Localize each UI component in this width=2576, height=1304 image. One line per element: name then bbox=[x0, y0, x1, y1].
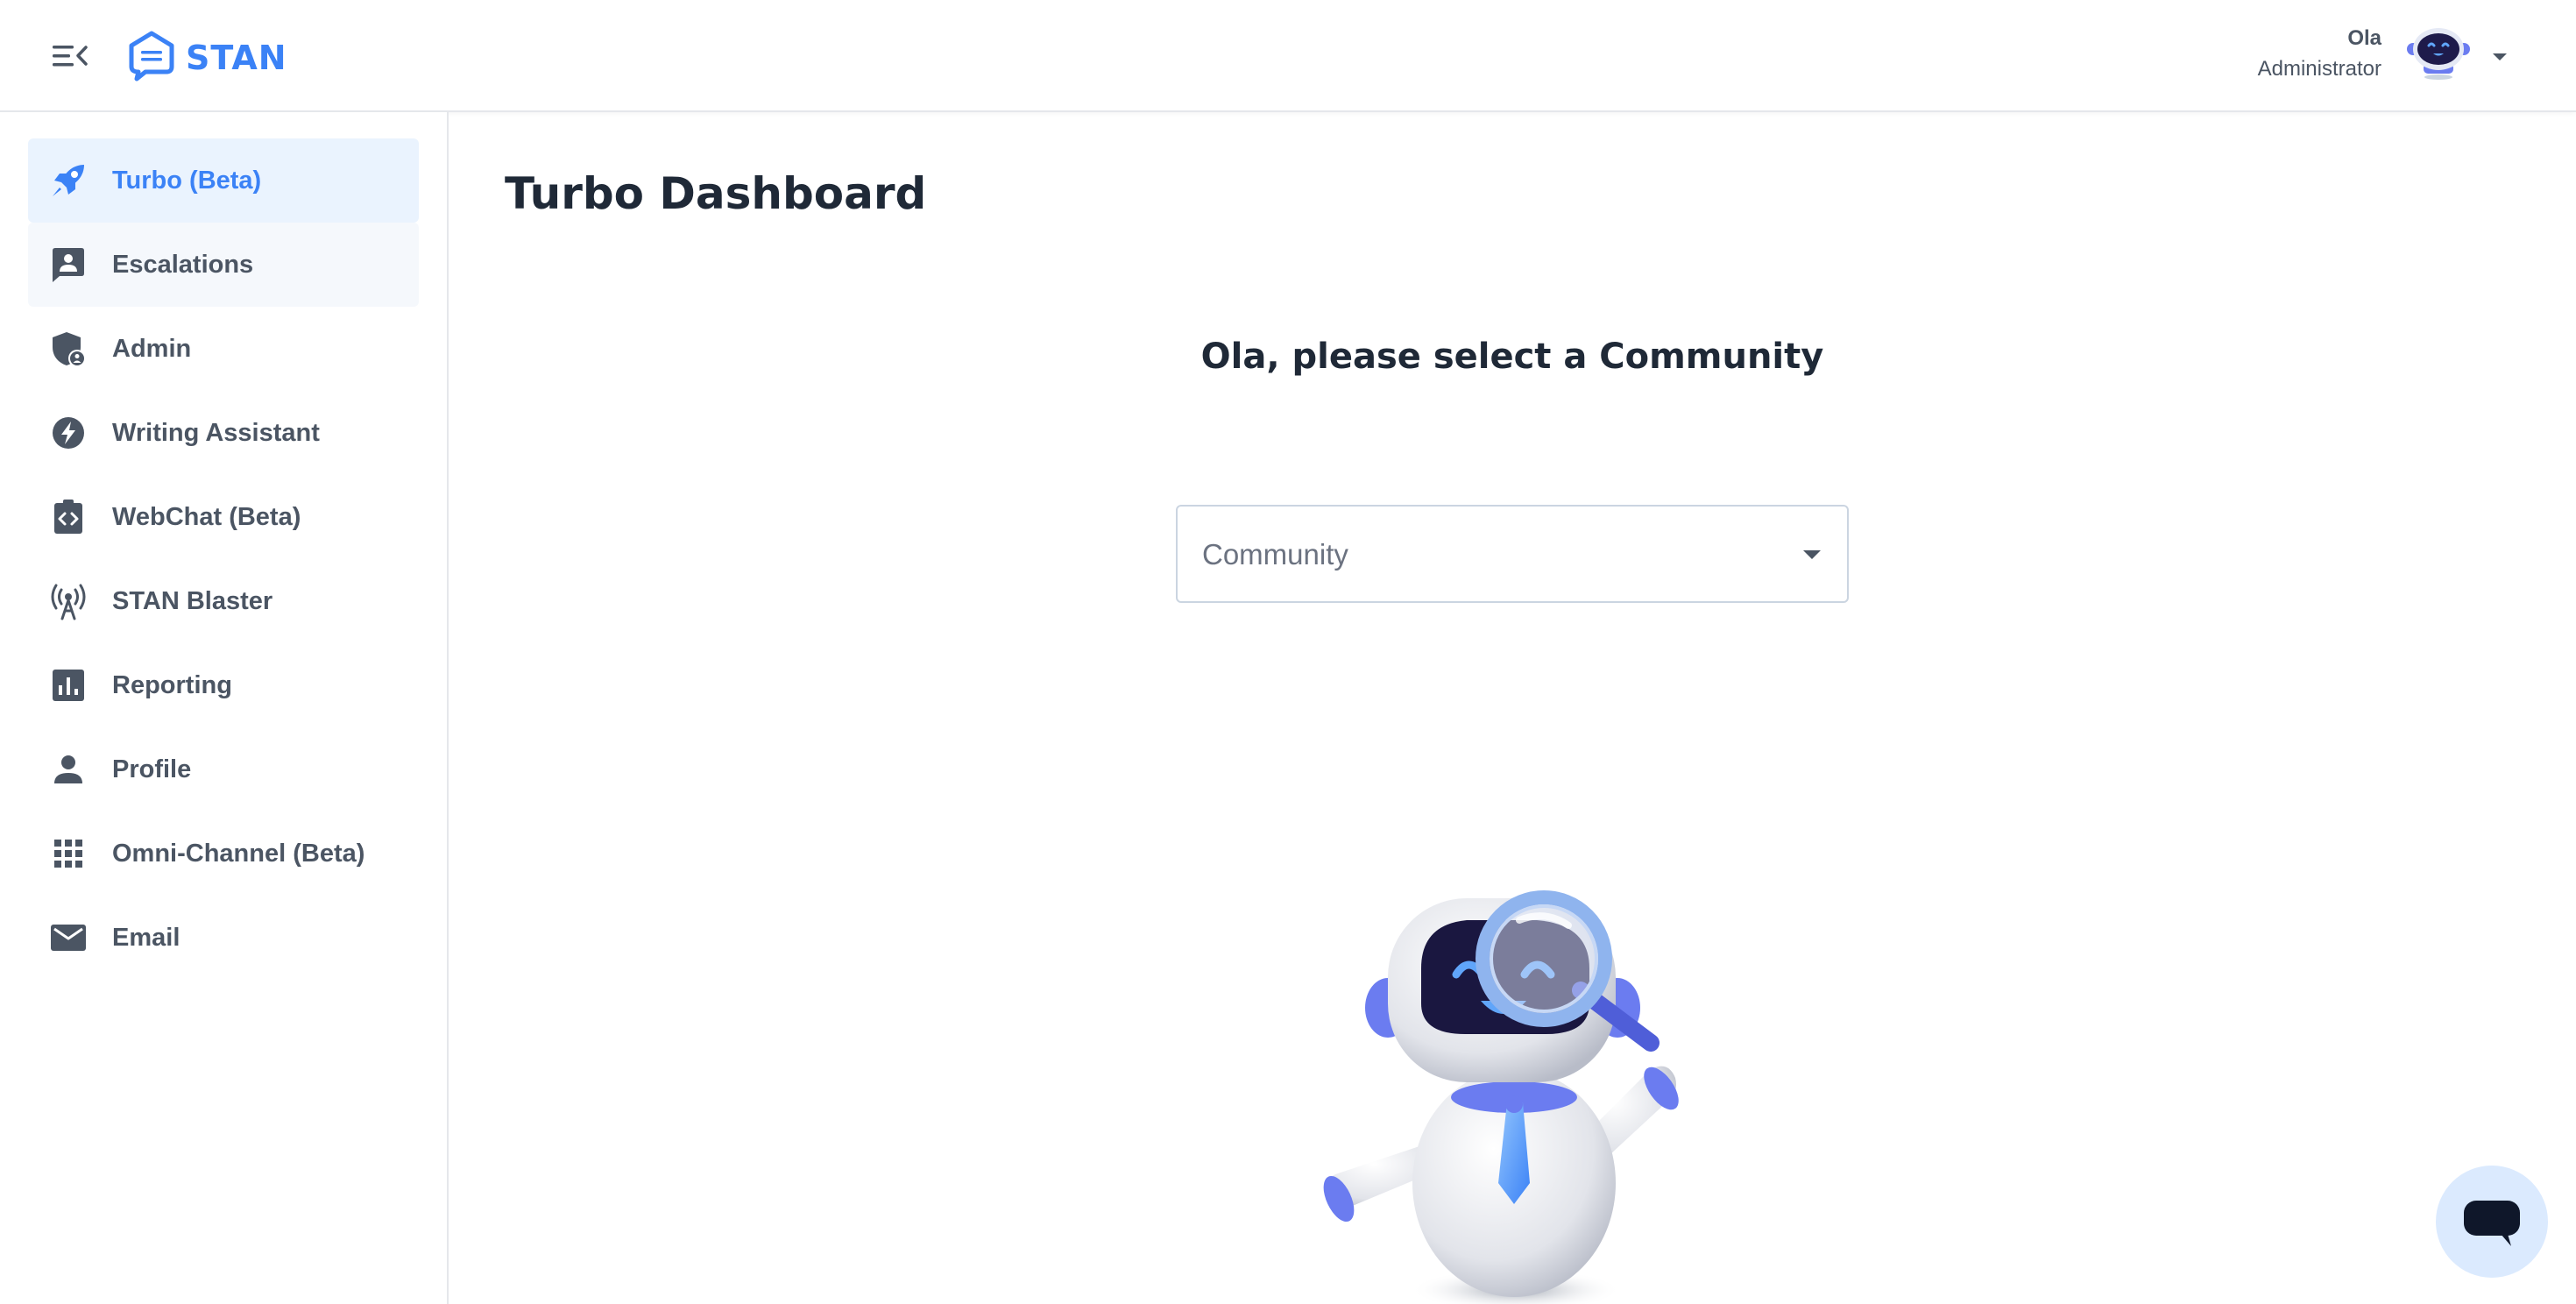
person-chat-icon bbox=[49, 245, 88, 284]
stan-logo[interactable]: STAN bbox=[126, 30, 287, 86]
logo-text: STAN bbox=[186, 39, 287, 77]
sidebar-item-label: Escalations bbox=[112, 250, 254, 279]
sidebar-item-profile[interactable]: Profile bbox=[28, 727, 419, 811]
sidebar-item-writing-assistant[interactable]: Writing Assistant bbox=[28, 391, 419, 475]
top-header: STAN Ola Administrator bbox=[0, 0, 2576, 112]
chat-launcher-button[interactable] bbox=[2436, 1166, 2548, 1278]
sidebar-item-escalations[interactable]: Escalations bbox=[28, 223, 419, 307]
sidebar-item-label: WebChat (Beta) bbox=[112, 502, 301, 531]
avatar[interactable] bbox=[2406, 25, 2471, 81]
sidebar-item-reporting[interactable]: Reporting bbox=[28, 643, 419, 727]
chat-house-icon bbox=[126, 30, 177, 87]
sidebar-item-label: Profile bbox=[112, 755, 192, 783]
sidebar-item-turbo[interactable]: Turbo (Beta) bbox=[28, 138, 419, 223]
sidebar: Turbo (Beta) Escalations Admin Writing A… bbox=[0, 112, 449, 1304]
menu-collapse-icon[interactable] bbox=[51, 40, 89, 72]
bolt-icon bbox=[49, 414, 88, 452]
chat-bubble-icon bbox=[2462, 1197, 2522, 1248]
sidebar-item-stan-blaster[interactable]: STAN Blaster bbox=[28, 559, 419, 643]
user-name: Ola bbox=[2347, 26, 2381, 50]
sidebar-item-label: Writing Assistant bbox=[112, 418, 320, 447]
robot-illustration bbox=[1256, 771, 1747, 1304]
sidebar-item-label: Turbo (Beta) bbox=[112, 166, 262, 195]
caret-down-icon bbox=[1801, 547, 1822, 563]
sidebar-item-label: Reporting bbox=[112, 670, 232, 699]
sidebar-item-label: STAN Blaster bbox=[112, 586, 273, 615]
community-select[interactable]: Community bbox=[1176, 505, 1849, 603]
bar-chart-icon bbox=[49, 666, 88, 705]
sidebar-item-label: Omni-Channel (Beta) bbox=[112, 839, 365, 868]
rocket-icon bbox=[49, 161, 88, 200]
user-info[interactable]: Ola Administrator bbox=[2258, 23, 2381, 84]
grid-icon bbox=[49, 834, 88, 873]
sidebar-nav: Turbo (Beta) Escalations Admin Writing A… bbox=[28, 138, 419, 980]
mail-icon bbox=[49, 918, 88, 957]
sidebar-item-label: Admin bbox=[112, 334, 192, 363]
shield-user-icon bbox=[49, 330, 88, 368]
community-select-value: Community bbox=[1202, 538, 1348, 570]
page-title: Turbo Dashboard bbox=[505, 168, 927, 219]
code-clipboard-icon bbox=[49, 498, 88, 536]
community-prompt: Ola, please select a Community bbox=[1200, 337, 1824, 377]
user-role: Administrator bbox=[2257, 57, 2381, 81]
caret-down-icon[interactable] bbox=[2488, 46, 2511, 67]
sidebar-item-omni-channel[interactable]: Omni-Channel (Beta) bbox=[28, 811, 419, 896]
sidebar-item-admin[interactable]: Admin bbox=[28, 307, 419, 391]
sidebar-item-label: Email bbox=[112, 923, 180, 952]
main-content: Turbo Dashboard Ola, please select a Com… bbox=[450, 114, 2576, 1304]
broadcast-tower-icon bbox=[49, 582, 88, 620]
sidebar-item-webchat[interactable]: WebChat (Beta) bbox=[28, 475, 419, 559]
person-icon bbox=[49, 750, 88, 789]
sidebar-item-email[interactable]: Email bbox=[28, 896, 419, 980]
